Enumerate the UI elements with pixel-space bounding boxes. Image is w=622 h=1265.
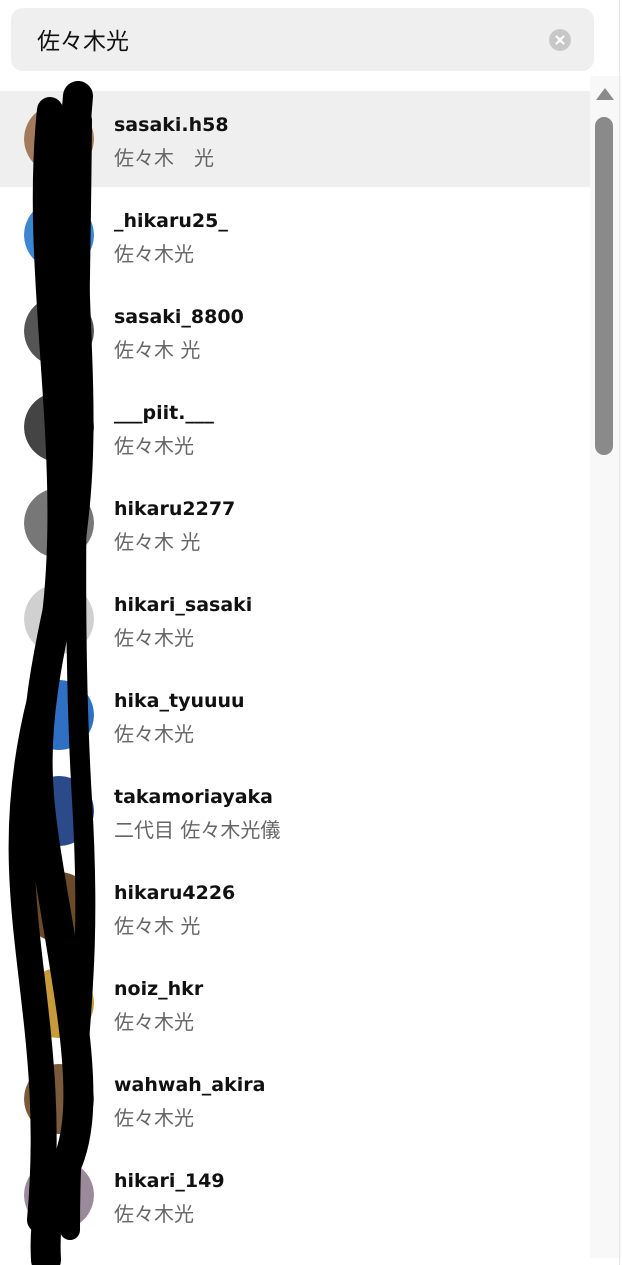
avatar-image bbox=[24, 392, 94, 462]
scroll-thumb[interactable] bbox=[595, 117, 613, 455]
result-fullname: 佐々木光 bbox=[114, 626, 194, 650]
avatar-image bbox=[24, 872, 94, 942]
result-username: sasaki.h58 bbox=[114, 114, 229, 136]
clear-circle-icon bbox=[555, 35, 565, 45]
search-result-row[interactable]: hikaru4226 佐々木 光 bbox=[0, 859, 590, 955]
search-result-row[interactable]: _hikaru25_ 佐々木光 bbox=[0, 187, 590, 283]
result-username: noiz_hkr bbox=[114, 978, 204, 1000]
avatar bbox=[24, 392, 94, 462]
result-fullname: 佐々木 光 bbox=[114, 530, 201, 554]
avatar-image bbox=[24, 680, 94, 750]
scrollbar[interactable] bbox=[590, 76, 622, 1258]
result-username: hika_tyuuuu bbox=[114, 690, 245, 712]
search-results-list: sasaki.h58 佐々木 光 _hikaru25_ 佐々木光 sasaki_8800… bbox=[0, 91, 590, 1265]
avatar bbox=[24, 1064, 94, 1134]
result-fullname: 佐々木光 bbox=[114, 1202, 194, 1226]
search-result-row[interactable]: wahwah_akira 佐々木光 bbox=[0, 1051, 590, 1147]
result-fullname: 佐々木 光 bbox=[114, 338, 201, 362]
scroll-up-icon[interactable] bbox=[596, 88, 614, 100]
avatar bbox=[24, 584, 94, 654]
clear-search-button[interactable] bbox=[549, 29, 571, 51]
avatar-image bbox=[24, 776, 94, 846]
search-result-row[interactable]: hika_tyuuuu 佐々木光 bbox=[0, 667, 590, 763]
result-fullname: 二代目 佐々木光儀 bbox=[114, 818, 281, 842]
search-result-row[interactable]: ___piit.___ 佐々木光 bbox=[0, 379, 590, 475]
result-fullname: 佐々木光 bbox=[114, 242, 194, 266]
avatar-image bbox=[24, 488, 94, 558]
result-username: hikaru4226 bbox=[114, 882, 236, 904]
avatar bbox=[24, 872, 94, 942]
avatar bbox=[24, 680, 94, 750]
search-result-row[interactable]: takamoriayaka 二代目 佐々木光儀 bbox=[0, 763, 590, 859]
result-fullname: 佐々木 光 bbox=[114, 146, 214, 170]
result-username: hikari_149 bbox=[114, 1170, 225, 1192]
avatar bbox=[24, 296, 94, 366]
result-fullname: 佐々木 光 bbox=[114, 914, 201, 938]
search-panel: sasaki.h58 佐々木 光 _hikaru25_ 佐々木光 sasaki_8800… bbox=[0, 0, 622, 1265]
result-username: hikari_sasaki bbox=[114, 594, 253, 616]
avatar bbox=[24, 968, 94, 1038]
result-username: _hikaru25_ bbox=[114, 210, 228, 232]
result-fullname: 佐々木光 bbox=[114, 434, 194, 458]
search-result-row[interactable]: sasaki_8800 佐々木 光 bbox=[0, 283, 590, 379]
result-username: takamoriayaka bbox=[114, 786, 273, 808]
result-username: wahwah_akira bbox=[114, 1074, 266, 1096]
result-username: sasaki_8800 bbox=[114, 306, 244, 328]
search-result-row[interactable]: hikari_149 佐々木光 bbox=[0, 1147, 590, 1243]
search-result-row[interactable]: noiz_hkr 佐々木光 bbox=[0, 955, 590, 1051]
result-fullname: 佐々木光 bbox=[114, 1010, 194, 1034]
avatar bbox=[24, 200, 94, 270]
avatar-image bbox=[24, 584, 94, 654]
avatar-image bbox=[24, 104, 94, 174]
result-fullname: 佐々木光 bbox=[114, 722, 194, 746]
panel-border bbox=[619, 0, 620, 1265]
avatar bbox=[24, 104, 94, 174]
search-result-row[interactable]: hikaru2277 佐々木 光 bbox=[0, 475, 590, 571]
avatar bbox=[24, 776, 94, 846]
result-fullname: 佐々木光 bbox=[114, 1106, 194, 1130]
avatar-image bbox=[24, 1064, 94, 1134]
result-username: ___piit.___ bbox=[114, 402, 214, 424]
search-input[interactable] bbox=[37, 22, 517, 56]
result-username: hikaru2277 bbox=[114, 498, 236, 520]
search-bar[interactable] bbox=[11, 8, 594, 71]
search-result-row[interactable]: sasaki.h58 佐々木 光 bbox=[0, 91, 590, 187]
avatar bbox=[24, 1160, 94, 1230]
avatar-image bbox=[24, 968, 94, 1038]
search-result-row[interactable]: hikari_sasaki 佐々木光 bbox=[0, 571, 590, 667]
avatar bbox=[24, 488, 94, 558]
avatar-image bbox=[24, 1160, 94, 1230]
avatar-image bbox=[24, 200, 94, 270]
avatar-image bbox=[24, 296, 94, 366]
